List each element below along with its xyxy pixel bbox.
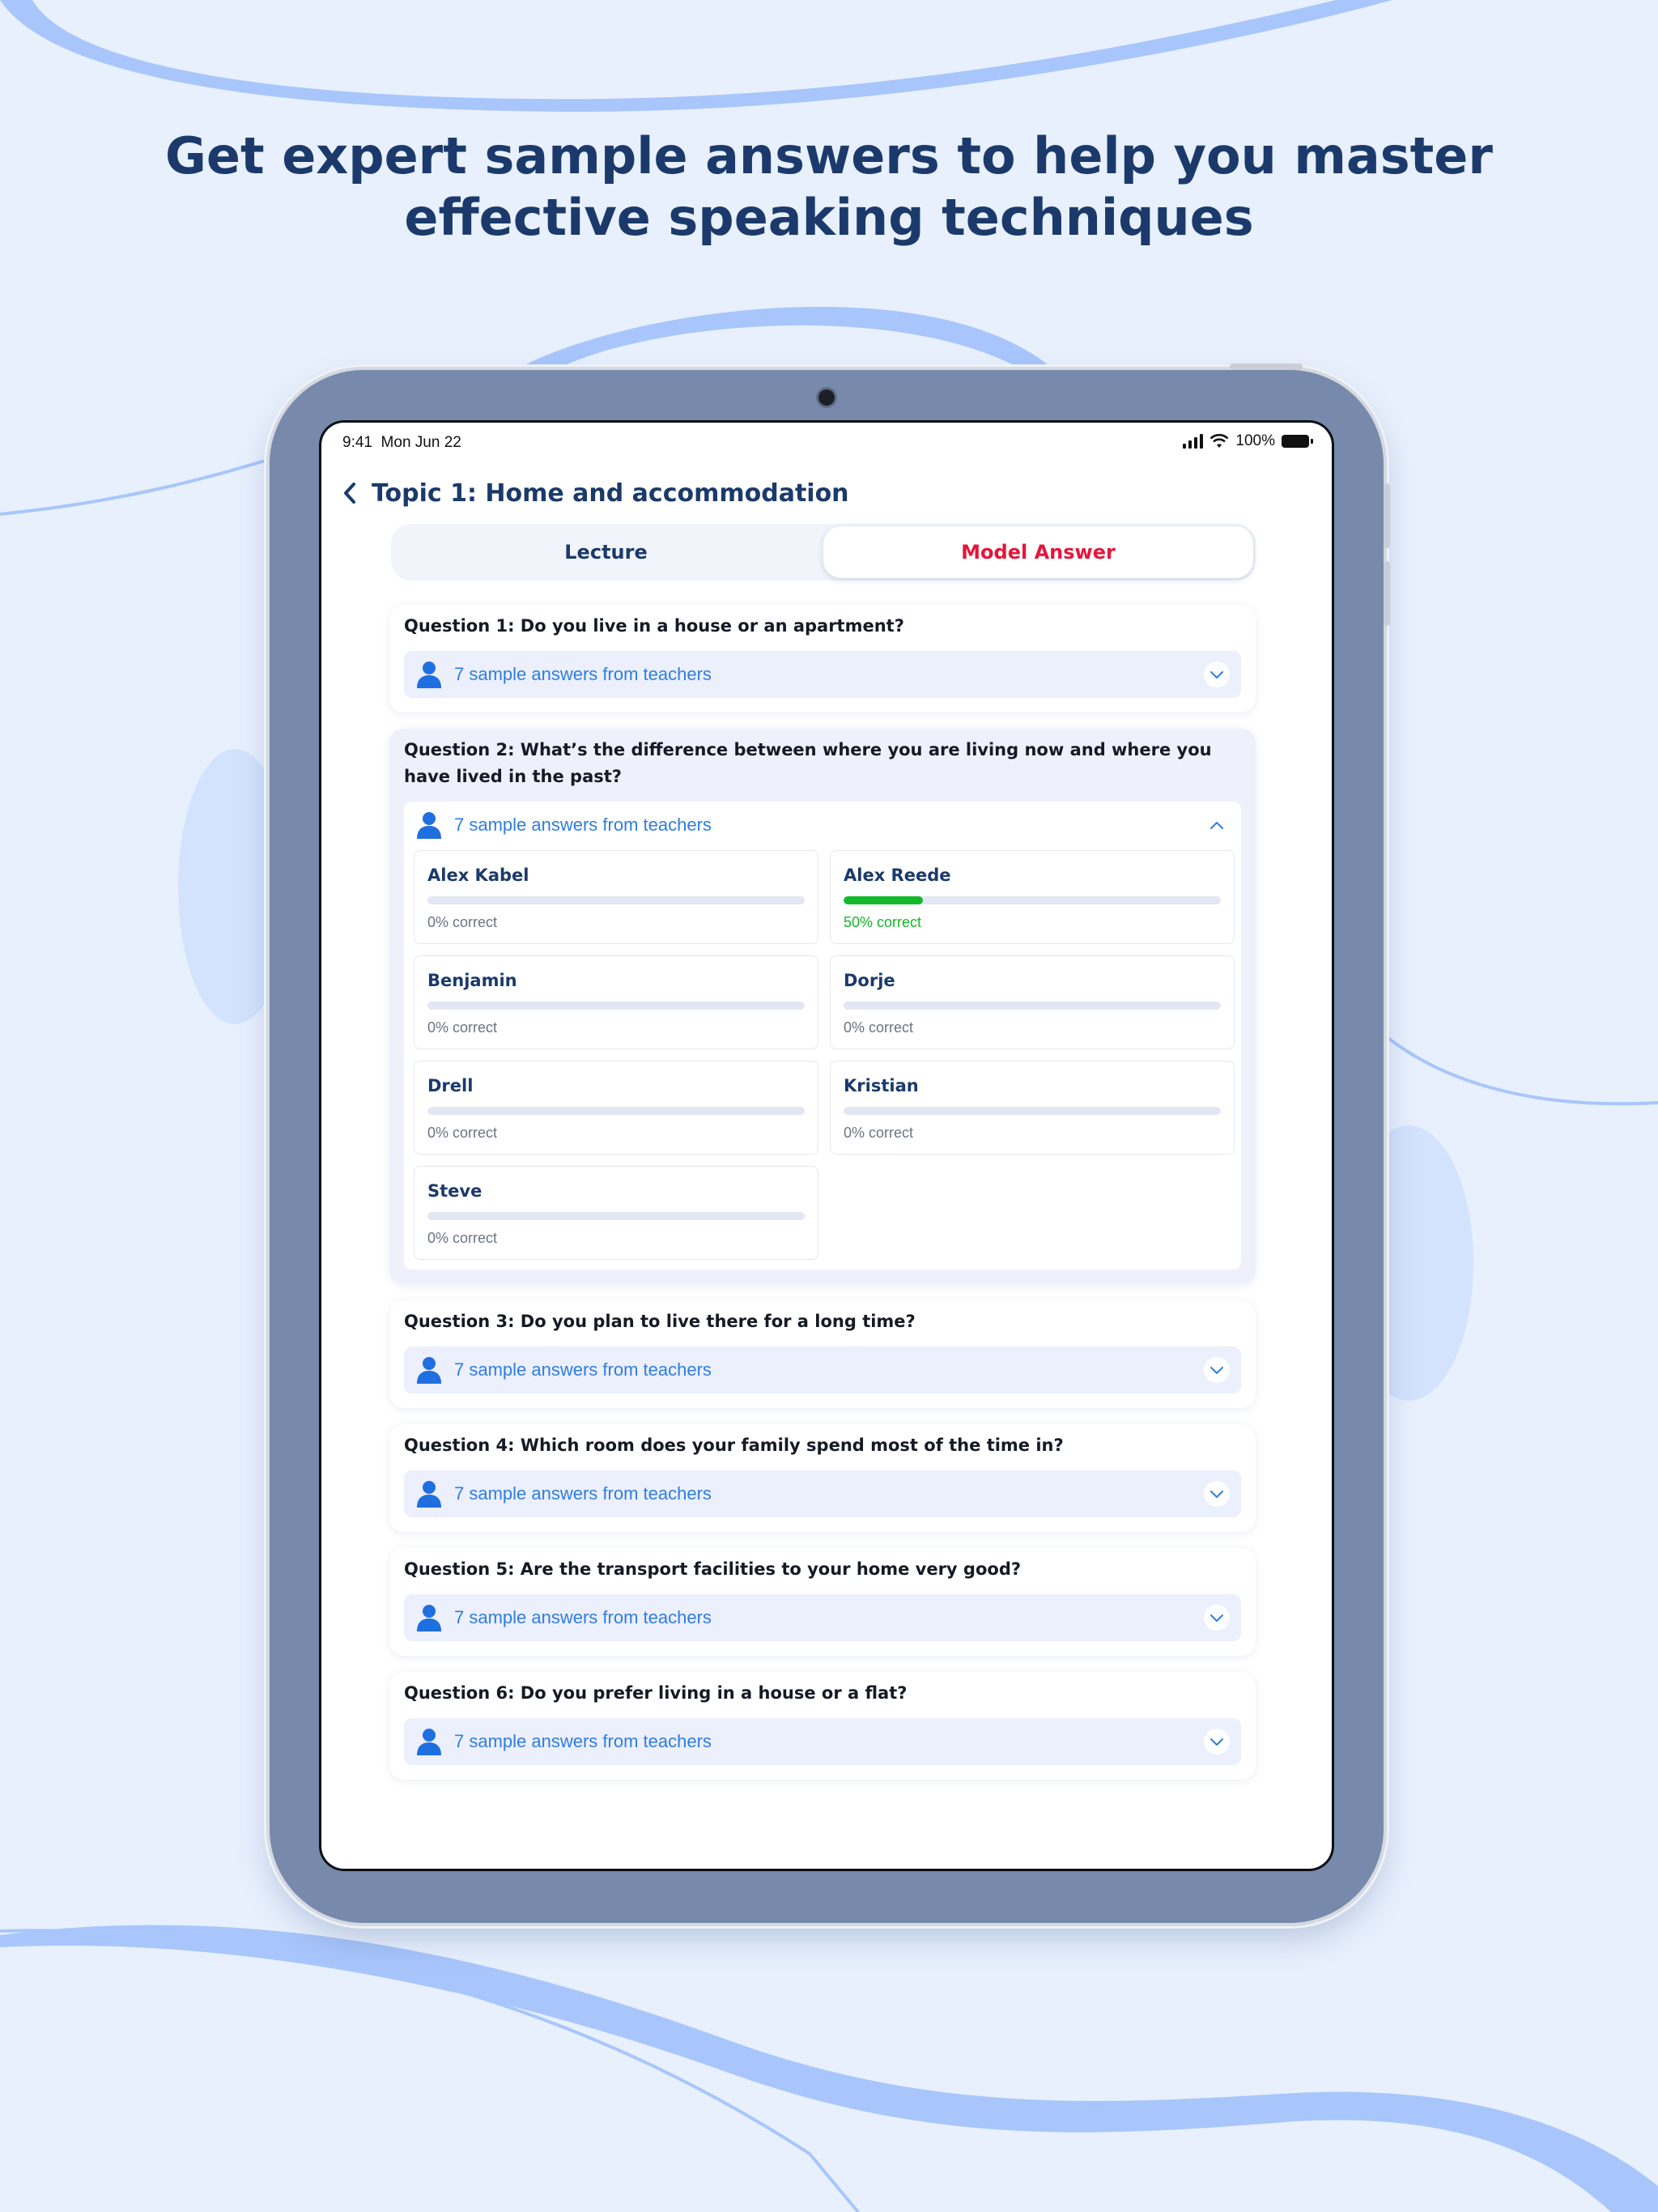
question-card-3: Question 3: Do you plan to live there fo… <box>389 1300 1256 1408</box>
teacher-name: Kristian <box>844 1076 919 1095</box>
tablet-device: 9:41 Mon Jun 22 100% Topic 1: Home and a… <box>270 364 1390 1923</box>
progress-bar <box>844 1002 1221 1010</box>
tab-lecture[interactable]: Lecture <box>391 524 821 581</box>
question-list: Question 1: Do you live in a house or an… <box>389 605 1256 1796</box>
teacher-name: Steve <box>427 1181 483 1201</box>
teacher-score: 0% correct <box>844 1125 914 1141</box>
question-card-1: Question 1: Do you live in a house or an… <box>389 605 1256 713</box>
teacher-answer-card[interactable]: Dorje 0% correct <box>830 955 1235 1049</box>
teacher-answer-grid: Alex Kabel 0% correct Alex Reede 50% correc… <box>404 849 1241 1270</box>
teacher-name: Dorje <box>844 971 895 990</box>
sample-answers-label: 7 sample answers from teachers <box>454 1483 712 1504</box>
progress-bar <box>427 1002 805 1010</box>
sample-answers-toggle[interactable]: 7 sample answers from teachers <box>404 651 1241 698</box>
user-icon <box>417 1729 441 1755</box>
teacher-name: Drell <box>427 1076 474 1095</box>
status-time-date: 9:41 Mon Jun 22 <box>342 434 461 452</box>
cellular-signal-icon <box>1183 434 1204 449</box>
power-button <box>1230 364 1303 370</box>
user-icon <box>417 1605 441 1631</box>
sample-answers-toggle[interactable]: 7 sample answers from teachers <box>404 1346 1241 1393</box>
headline-line-2: effective speaking techniques <box>404 188 1254 247</box>
status-time: 9:41 <box>342 434 372 451</box>
status-date: Mon Jun 22 <box>380 434 461 451</box>
question-text: Question 5: Are the transport facilities… <box>404 1559 1022 1579</box>
teacher-name: Alex Reede <box>844 866 951 885</box>
progress-bar <box>844 896 1221 904</box>
question-text: Question 1: Do you live in a house or an… <box>404 616 904 636</box>
tab-bar: Lecture Model Answer <box>391 524 1256 581</box>
teacher-answer-card[interactable]: Benjamin 0% correct <box>414 955 818 1049</box>
teacher-answer-card[interactable]: Alex Kabel 0% correct <box>414 850 818 944</box>
progress-bar-fill <box>844 896 923 904</box>
battery-percent: 100% <box>1235 432 1275 449</box>
sample-answers-label: 7 sample answers from teachers <box>454 815 712 835</box>
user-icon <box>417 1357 441 1384</box>
battery-icon <box>1282 435 1313 448</box>
teacher-answer-card[interactable]: Kristian 0% correct <box>830 1061 1235 1155</box>
question-card-4: Question 4: Which room does your family … <box>389 1424 1256 1532</box>
sample-answers-toggle[interactable]: 7 sample answers from teachers <box>404 1470 1241 1517</box>
sample-answers-label: 7 sample answers from teachers <box>454 1359 712 1380</box>
sample-answers-toggle[interactable]: 7 sample answers from teachers <box>404 802 1241 849</box>
tab-model-answer[interactable]: Model Answer <box>823 526 1253 578</box>
sample-answers-toggle[interactable]: 7 sample answers from teachers <box>404 1718 1241 1765</box>
progress-bar <box>427 1107 805 1115</box>
teacher-answer-card[interactable]: Steve 0% correct <box>414 1166 818 1260</box>
user-icon <box>417 812 441 839</box>
volume-up-button <box>1384 483 1390 548</box>
sample-answers-label: 7 sample answers from teachers <box>454 1731 712 1751</box>
wifi-icon <box>1209 434 1229 448</box>
question-text: Question 4: Which room does your family … <box>404 1436 1064 1455</box>
volume-down-button <box>1384 561 1390 626</box>
status-indicators: 100% <box>1183 432 1313 450</box>
chevron-down-icon[interactable] <box>1204 1481 1230 1507</box>
front-camera <box>818 389 835 406</box>
page-title: Topic 1: Home and accommodation <box>372 479 849 508</box>
status-bar: 9:41 Mon Jun 22 100% <box>321 423 1332 460</box>
question-text: Question 6: Do you prefer living in a ho… <box>404 1683 908 1703</box>
teacher-answer-card[interactable]: Alex Reede 50% correct <box>830 850 1235 944</box>
teacher-score: 0% correct <box>427 1125 498 1141</box>
question-card-6: Question 6: Do you prefer living in a ho… <box>389 1672 1256 1780</box>
question-card-2: Question 2: What’s the difference betwee… <box>389 729 1256 1284</box>
chevron-down-icon[interactable] <box>1204 1729 1230 1755</box>
question-text: Question 3: Do you plan to live there fo… <box>404 1312 916 1331</box>
teacher-name: Benjamin <box>427 971 517 990</box>
progress-bar <box>427 896 805 904</box>
sample-answers-toggle[interactable]: 7 sample answers from teachers <box>404 1594 1241 1641</box>
teacher-score: 50% correct <box>844 914 922 930</box>
teacher-answer-card[interactable]: Drell 0% correct <box>414 1061 818 1155</box>
chevron-down-icon[interactable] <box>1204 661 1230 687</box>
headline-line-1: Get expert sample answers to help you ma… <box>165 126 1493 185</box>
progress-bar <box>427 1212 805 1220</box>
teacher-score: 0% correct <box>427 1230 498 1246</box>
chevron-up-icon[interactable] <box>1204 812 1230 838</box>
page-header: Topic 1: Home and accommodation <box>336 473 849 513</box>
sample-answers-label: 7 sample answers from teachers <box>454 664 712 684</box>
progress-bar <box>844 1107 1221 1115</box>
teacher-name: Alex Kabel <box>427 866 529 885</box>
question-text: Question 2: What’s the difference betwee… <box>404 740 1212 786</box>
teacher-score: 0% correct <box>427 1019 498 1036</box>
user-icon <box>417 661 441 688</box>
teacher-score: 0% correct <box>844 1019 914 1036</box>
chevron-left-icon[interactable] <box>336 477 363 509</box>
question-card-5: Question 5: Are the transport facilities… <box>389 1548 1256 1656</box>
teacher-score: 0% correct <box>427 914 498 930</box>
sample-answers-label: 7 sample answers from teachers <box>454 1607 712 1627</box>
chevron-down-icon[interactable] <box>1204 1357 1230 1383</box>
app-screen: 9:41 Mon Jun 22 100% Topic 1: Home and a… <box>321 423 1332 1869</box>
headline: Get expert sample answers to help you ma… <box>0 125 1658 249</box>
user-icon <box>417 1481 441 1508</box>
chevron-down-icon[interactable] <box>1204 1605 1230 1631</box>
